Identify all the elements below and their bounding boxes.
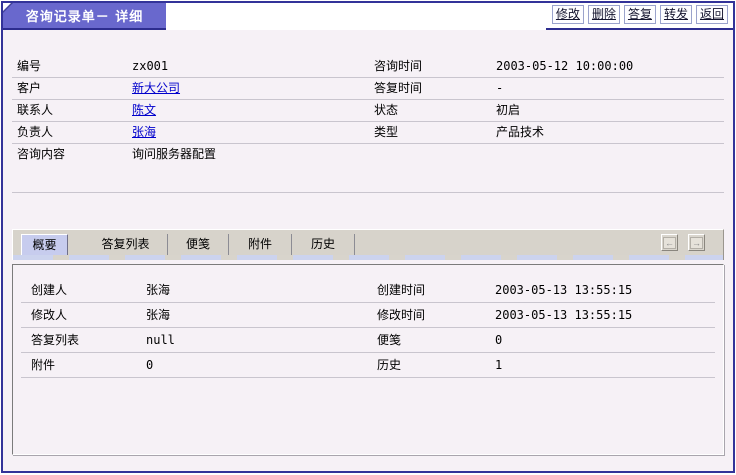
- field-label: 负责人: [12, 122, 132, 143]
- summary-panel: 创建人 张海 创建时间 2003-05-13 13:55:15 修改人 张海 修…: [12, 264, 724, 455]
- field-create-time: 创建时间 2003-05-13 13:55:15: [368, 278, 715, 302]
- field-value: -: [496, 78, 503, 99]
- field-label: 类型: [368, 122, 496, 143]
- reply-button[interactable]: 答复: [624, 5, 656, 24]
- tab-scroll-right-button[interactable]: →: [688, 234, 705, 251]
- record-detail-window: 咨询记录单－ 详细 修改 删除 答复 转发 返回 编号 zx001 咨询时间 2…: [1, 1, 735, 473]
- field-label: 附件: [21, 353, 146, 377]
- tab-summary[interactable]: 概要: [21, 234, 68, 255]
- page-title-label: 咨询记录单－ 详细: [26, 6, 144, 25]
- field-customer: 客户 新大公司: [12, 78, 368, 99]
- panel-row: 答复列表 null 便笺 0: [21, 328, 715, 353]
- tab-history[interactable]: 历史: [292, 234, 355, 255]
- field-value: 1: [495, 353, 502, 377]
- header-bar: 咨询记录单－ 详细 修改 删除 答复 转发 返回: [3, 3, 733, 30]
- field-history-count: 历史 1: [368, 353, 715, 377]
- tab-reply-list[interactable]: 答复列表: [84, 234, 168, 255]
- tab-bar: 概要 答复列表 便笺 附件 历史 ← →: [12, 229, 724, 255]
- field-owner: 负责人 张海: [12, 122, 368, 143]
- field-value: 初启: [496, 100, 520, 121]
- owner-link[interactable]: 张海: [132, 122, 156, 143]
- field-label: 客户: [12, 78, 132, 99]
- field-value: 0: [495, 328, 502, 352]
- field-label: 历史: [368, 353, 495, 377]
- form-row: 编号 zx001 咨询时间 2003-05-12 10:00:00: [12, 56, 724, 78]
- field-label: 答复列表: [21, 328, 146, 352]
- field-value: null: [146, 328, 175, 352]
- arrow-right-icon: →: [690, 237, 703, 249]
- panel-row: 修改人 张海 修改时间 2003-05-13 13:55:15: [21, 303, 715, 328]
- return-button[interactable]: 返回: [696, 5, 728, 24]
- record-form: 编号 zx001 咨询时间 2003-05-12 10:00:00 客户 新大公…: [12, 56, 724, 193]
- panel-row: 附件 0 历史 1: [21, 353, 715, 378]
- field-consult-content: 咨询内容 询问服务器配置: [12, 144, 724, 193]
- field-consult-time: 咨询时间 2003-05-12 10:00:00: [368, 56, 724, 77]
- field-value: 2003-05-12 10:00:00: [496, 56, 633, 77]
- delete-button[interactable]: 删除: [588, 5, 620, 24]
- field-label: 联系人: [12, 100, 132, 121]
- field-modifier: 修改人 张海: [21, 303, 368, 327]
- tab-bar-bottom-strip: [12, 255, 724, 260]
- field-value: 2003-05-13 13:55:15: [495, 278, 632, 302]
- tab-attachments[interactable]: 附件: [229, 234, 292, 255]
- field-label: 修改时间: [368, 303, 495, 327]
- tab-notes[interactable]: 便笺: [168, 234, 229, 255]
- field-notes-count: 便笺 0: [368, 328, 715, 352]
- field-label: 咨询内容: [12, 144, 132, 192]
- field-modify-time: 修改时间 2003-05-13 13:55:15: [368, 303, 715, 327]
- field-label: 编号: [12, 56, 132, 77]
- page-title: 咨询记录单－ 详细: [3, 3, 166, 30]
- field-label: 咨询时间: [368, 56, 496, 77]
- field-value: 0: [146, 353, 153, 377]
- field-label: 便笺: [368, 328, 495, 352]
- field-value: 2003-05-13 13:55:15: [495, 303, 632, 327]
- field-attachment-count: 附件 0: [21, 353, 368, 377]
- field-reply-list-count: 答复列表 null: [21, 328, 368, 352]
- customer-link[interactable]: 新大公司: [132, 78, 180, 99]
- field-value: 产品技术: [496, 122, 544, 143]
- tab-scroll-left-button[interactable]: ←: [661, 234, 678, 251]
- form-row: 联系人 陈文 状态 初启: [12, 100, 724, 122]
- field-status: 状态 初启: [368, 100, 724, 121]
- tab-scroll-buttons: ← →: [661, 234, 705, 251]
- field-label: 修改人: [21, 303, 146, 327]
- arrow-left-icon: ←: [663, 237, 676, 249]
- form-row: 负责人 张海 类型 产品技术: [12, 122, 724, 144]
- field-value: 张海: [146, 303, 170, 327]
- form-row: 客户 新大公司 答复时间 -: [12, 78, 724, 100]
- field-label: 答复时间: [368, 78, 496, 99]
- field-label: 创建时间: [368, 278, 495, 302]
- field-reply-time: 答复时间 -: [368, 78, 724, 99]
- field-value: 张海: [146, 278, 170, 302]
- field-type: 类型 产品技术: [368, 122, 724, 143]
- field-number: 编号 zx001: [12, 56, 368, 77]
- contact-link[interactable]: 陈文: [132, 100, 156, 121]
- field-creator: 创建人 张海: [21, 278, 368, 302]
- field-value: zx001: [132, 56, 168, 77]
- header-actions: 修改 删除 答复 转发 返回: [546, 3, 733, 30]
- field-label: 状态: [368, 100, 496, 121]
- modify-button[interactable]: 修改: [552, 5, 584, 24]
- field-label: 创建人: [21, 278, 146, 302]
- forward-button[interactable]: 转发: [660, 5, 692, 24]
- panel-row: 创建人 张海 创建时间 2003-05-13 13:55:15: [21, 278, 715, 303]
- field-value: 询问服务器配置: [132, 144, 216, 192]
- field-contact: 联系人 陈文: [12, 100, 368, 121]
